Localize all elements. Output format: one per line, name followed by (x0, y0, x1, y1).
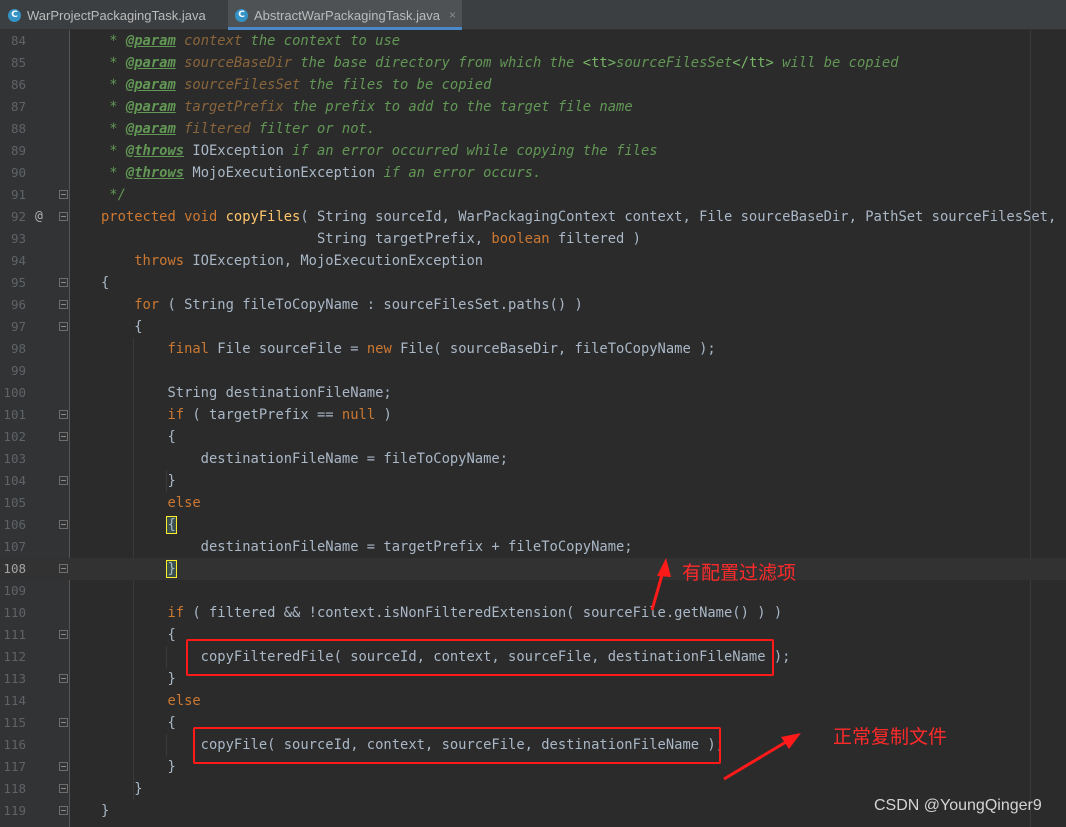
tab-war-project-packaging-task[interactable]: C WarProjectPackagingTask.java (8, 0, 226, 30)
annotation-filter-configured: 有配置过滤项 (682, 562, 797, 584)
java-class-icon: C (235, 8, 248, 22)
editor-tab-bar: C WarProjectPackagingTask.java C Abstrac… (0, 0, 1066, 30)
code-editor[interactable]: 84 * @param context the context to use 85… (0, 30, 1066, 827)
watermark: CSDN @YoungQinger9 (874, 797, 1042, 814)
annotation-arrows (650, 558, 801, 781)
arrow-to-normal-copy (723, 737, 792, 781)
tab-abstract-war-packaging-task[interactable]: C AbstractWarPackagingTask.java × (228, 0, 462, 30)
tab-label: WarProjectPackagingTask.java (27, 7, 206, 23)
annotation-normal-copy: 正常复制文件 (833, 726, 948, 748)
java-class-icon: C (8, 8, 21, 22)
arrowhead (781, 733, 801, 749)
close-tab-icon[interactable]: × (449, 8, 456, 22)
arrowhead (657, 558, 671, 577)
tab-label: AbstractWarPackagingTask.java (254, 7, 440, 23)
